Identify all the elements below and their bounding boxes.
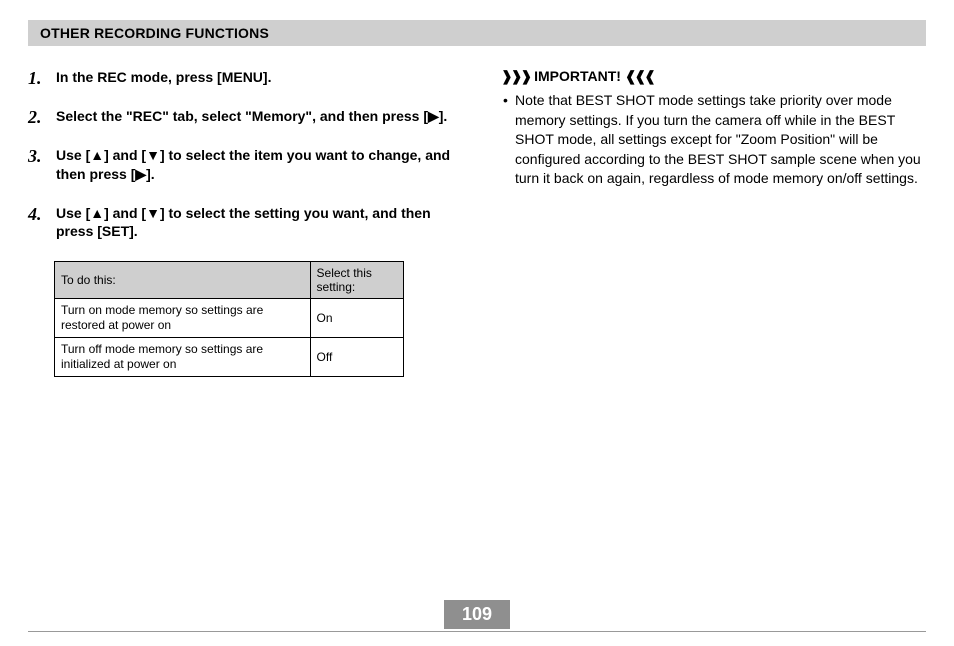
right-column: ❱❱❱ IMPORTANT! ❰❰❰ Note that BEST SHOT m… [501, 68, 926, 377]
table-cell-setting: On [310, 299, 403, 338]
table-row: Turn on mode memory so settings are rest… [55, 299, 404, 338]
step-item: Use [▲] and [▼] to select the setting yo… [28, 204, 453, 242]
table-header-row: To do this: Select this setting: [55, 262, 404, 299]
deco-right-icon: ❱❱❱ [501, 68, 530, 84]
steps-list: In the REC mode, press [MENU]. Select th… [28, 68, 453, 241]
settings-table: To do this: Select this setting: Turn on… [54, 261, 404, 377]
page-number: 109 [444, 600, 510, 629]
table-cell-action: Turn off mode memory so settings are ini… [55, 338, 311, 377]
important-bullets: Note that BEST SHOT mode settings take p… [501, 91, 926, 189]
content-columns: In the REC mode, press [MENU]. Select th… [28, 68, 926, 377]
section-header: OTHER RECORDING FUNCTIONS [28, 20, 926, 46]
table-header: To do this: [55, 262, 311, 299]
step-item: Use [▲] and [▼] to select the item you w… [28, 146, 453, 184]
step-item: In the REC mode, press [MENU]. [28, 68, 453, 87]
manual-page: OTHER RECORDING FUNCTIONS In the REC mod… [0, 0, 954, 646]
important-label: IMPORTANT! [534, 68, 621, 84]
table-row: Turn off mode memory so settings are ini… [55, 338, 404, 377]
page-footer: 109 [28, 602, 926, 632]
left-column: In the REC mode, press [MENU]. Select th… [28, 68, 453, 377]
table-cell-setting: Off [310, 338, 403, 377]
bullet-item: Note that BEST SHOT mode settings take p… [501, 91, 926, 189]
step-item: Select the "REC" tab, select "Memory", a… [28, 107, 453, 126]
footer-rule [28, 631, 926, 632]
deco-left-icon: ❰❰❰ [625, 68, 654, 84]
table-cell-action: Turn on mode memory so settings are rest… [55, 299, 311, 338]
table-header: Select this setting: [310, 262, 403, 299]
important-heading: ❱❱❱ IMPORTANT! ❰❰❰ [501, 68, 926, 85]
